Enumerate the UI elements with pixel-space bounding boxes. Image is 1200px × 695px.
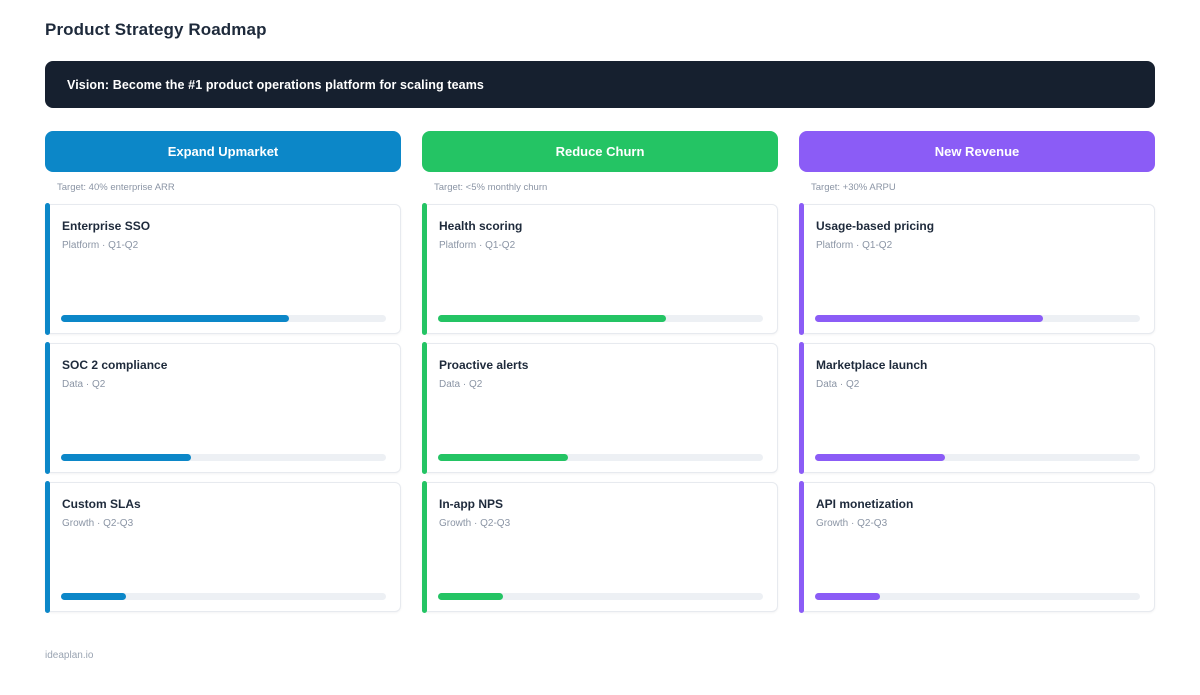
initiative-meta: Growth · Q2-Q3	[46, 511, 400, 529]
card-accent-bar	[45, 342, 50, 474]
progress-bar-fill	[61, 315, 289, 322]
initiative-title: Health scoring	[423, 205, 777, 233]
progress-bar-track	[815, 454, 1140, 461]
card-accent-bar	[799, 342, 804, 474]
initiative-meta: Platform · Q1-Q2	[423, 233, 777, 251]
column-cards: Enterprise SSO Platform · Q1-Q2 SOC 2 co…	[45, 204, 401, 612]
progress-bar-track	[438, 593, 763, 600]
vision-banner: Vision: Become the #1 product operations…	[45, 61, 1155, 108]
card-accent-bar	[45, 203, 50, 335]
column-header-button[interactable]: Reduce Churn	[422, 131, 778, 172]
initiative-card[interactable]: Custom SLAs Growth · Q2-Q3	[45, 482, 401, 612]
card-accent-bar	[422, 203, 427, 335]
initiative-title: Custom SLAs	[46, 483, 400, 511]
initiative-card[interactable]: Proactive alerts Data · Q2	[422, 343, 778, 473]
roadmap-column: Expand Upmarket Target: 40% enterprise A…	[45, 131, 401, 621]
columns-container: Expand Upmarket Target: 40% enterprise A…	[45, 131, 1155, 621]
progress-bar-fill	[438, 454, 568, 461]
initiative-title: Marketplace launch	[800, 344, 1154, 372]
initiative-card[interactable]: In-app NPS Growth · Q2-Q3	[422, 482, 778, 612]
column-title: New Revenue	[935, 144, 1020, 159]
progress-bar-track	[438, 454, 763, 461]
initiative-meta: Growth · Q2-Q3	[423, 511, 777, 529]
progress-bar-fill	[61, 454, 191, 461]
progress-bar-fill	[61, 593, 126, 600]
initiative-meta: Data · Q2	[423, 372, 777, 390]
progress-bar-track	[61, 454, 386, 461]
initiative-title: SOC 2 compliance	[46, 344, 400, 372]
initiative-card[interactable]: Health scoring Platform · Q1-Q2	[422, 204, 778, 334]
card-accent-bar	[45, 481, 50, 613]
progress-bar-track	[815, 593, 1140, 600]
column-cards: Usage-based pricing Platform · Q1-Q2 Mar…	[799, 204, 1155, 612]
footer-brand: ideaplan.io	[45, 650, 1155, 661]
column-title: Expand Upmarket	[168, 144, 279, 159]
roadmap-column: Reduce Churn Target: <5% monthly churn H…	[422, 131, 778, 621]
initiative-meta: Growth · Q2-Q3	[800, 511, 1154, 529]
card-accent-bar	[422, 342, 427, 474]
initiative-title: API monetization	[800, 483, 1154, 511]
progress-bar-track	[61, 593, 386, 600]
column-cards: Health scoring Platform · Q1-Q2 Proactiv…	[422, 204, 778, 612]
initiative-card[interactable]: Usage-based pricing Platform · Q1-Q2	[799, 204, 1155, 334]
initiative-meta: Data · Q2	[46, 372, 400, 390]
card-accent-bar	[422, 481, 427, 613]
initiative-meta: Data · Q2	[800, 372, 1154, 390]
progress-bar-fill	[815, 315, 1043, 322]
progress-bar-fill	[438, 315, 666, 322]
initiative-card[interactable]: SOC 2 compliance Data · Q2	[45, 343, 401, 473]
initiative-meta: Platform · Q1-Q2	[800, 233, 1154, 251]
initiative-title: Enterprise SSO	[46, 205, 400, 233]
roadmap-page: Product Strategy Roadmap Vision: Become …	[0, 20, 1200, 661]
initiative-title: In-app NPS	[423, 483, 777, 511]
column-target: Target: <5% monthly churn	[434, 182, 778, 193]
initiative-card[interactable]: Marketplace launch Data · Q2	[799, 343, 1155, 473]
progress-bar-track	[61, 315, 386, 322]
roadmap-column: New Revenue Target: +30% ARPU Usage-base…	[799, 131, 1155, 621]
initiative-card[interactable]: API monetization Growth · Q2-Q3	[799, 482, 1155, 612]
progress-bar-track	[438, 315, 763, 322]
column-header-button[interactable]: Expand Upmarket	[45, 131, 401, 172]
card-accent-bar	[799, 203, 804, 335]
progress-bar-fill	[815, 593, 880, 600]
initiative-title: Proactive alerts	[423, 344, 777, 372]
page-title: Product Strategy Roadmap	[45, 20, 1155, 40]
initiative-title: Usage-based pricing	[800, 205, 1154, 233]
column-target: Target: +30% ARPU	[811, 182, 1155, 193]
column-target: Target: 40% enterprise ARR	[57, 182, 401, 193]
vision-text: Vision: Become the #1 product operations…	[67, 78, 484, 92]
progress-bar-fill	[438, 593, 503, 600]
initiative-meta: Platform · Q1-Q2	[46, 233, 400, 251]
initiative-card[interactable]: Enterprise SSO Platform · Q1-Q2	[45, 204, 401, 334]
progress-bar-track	[815, 315, 1140, 322]
progress-bar-fill	[815, 454, 945, 461]
column-header-button[interactable]: New Revenue	[799, 131, 1155, 172]
card-accent-bar	[799, 481, 804, 613]
column-title: Reduce Churn	[556, 144, 645, 159]
